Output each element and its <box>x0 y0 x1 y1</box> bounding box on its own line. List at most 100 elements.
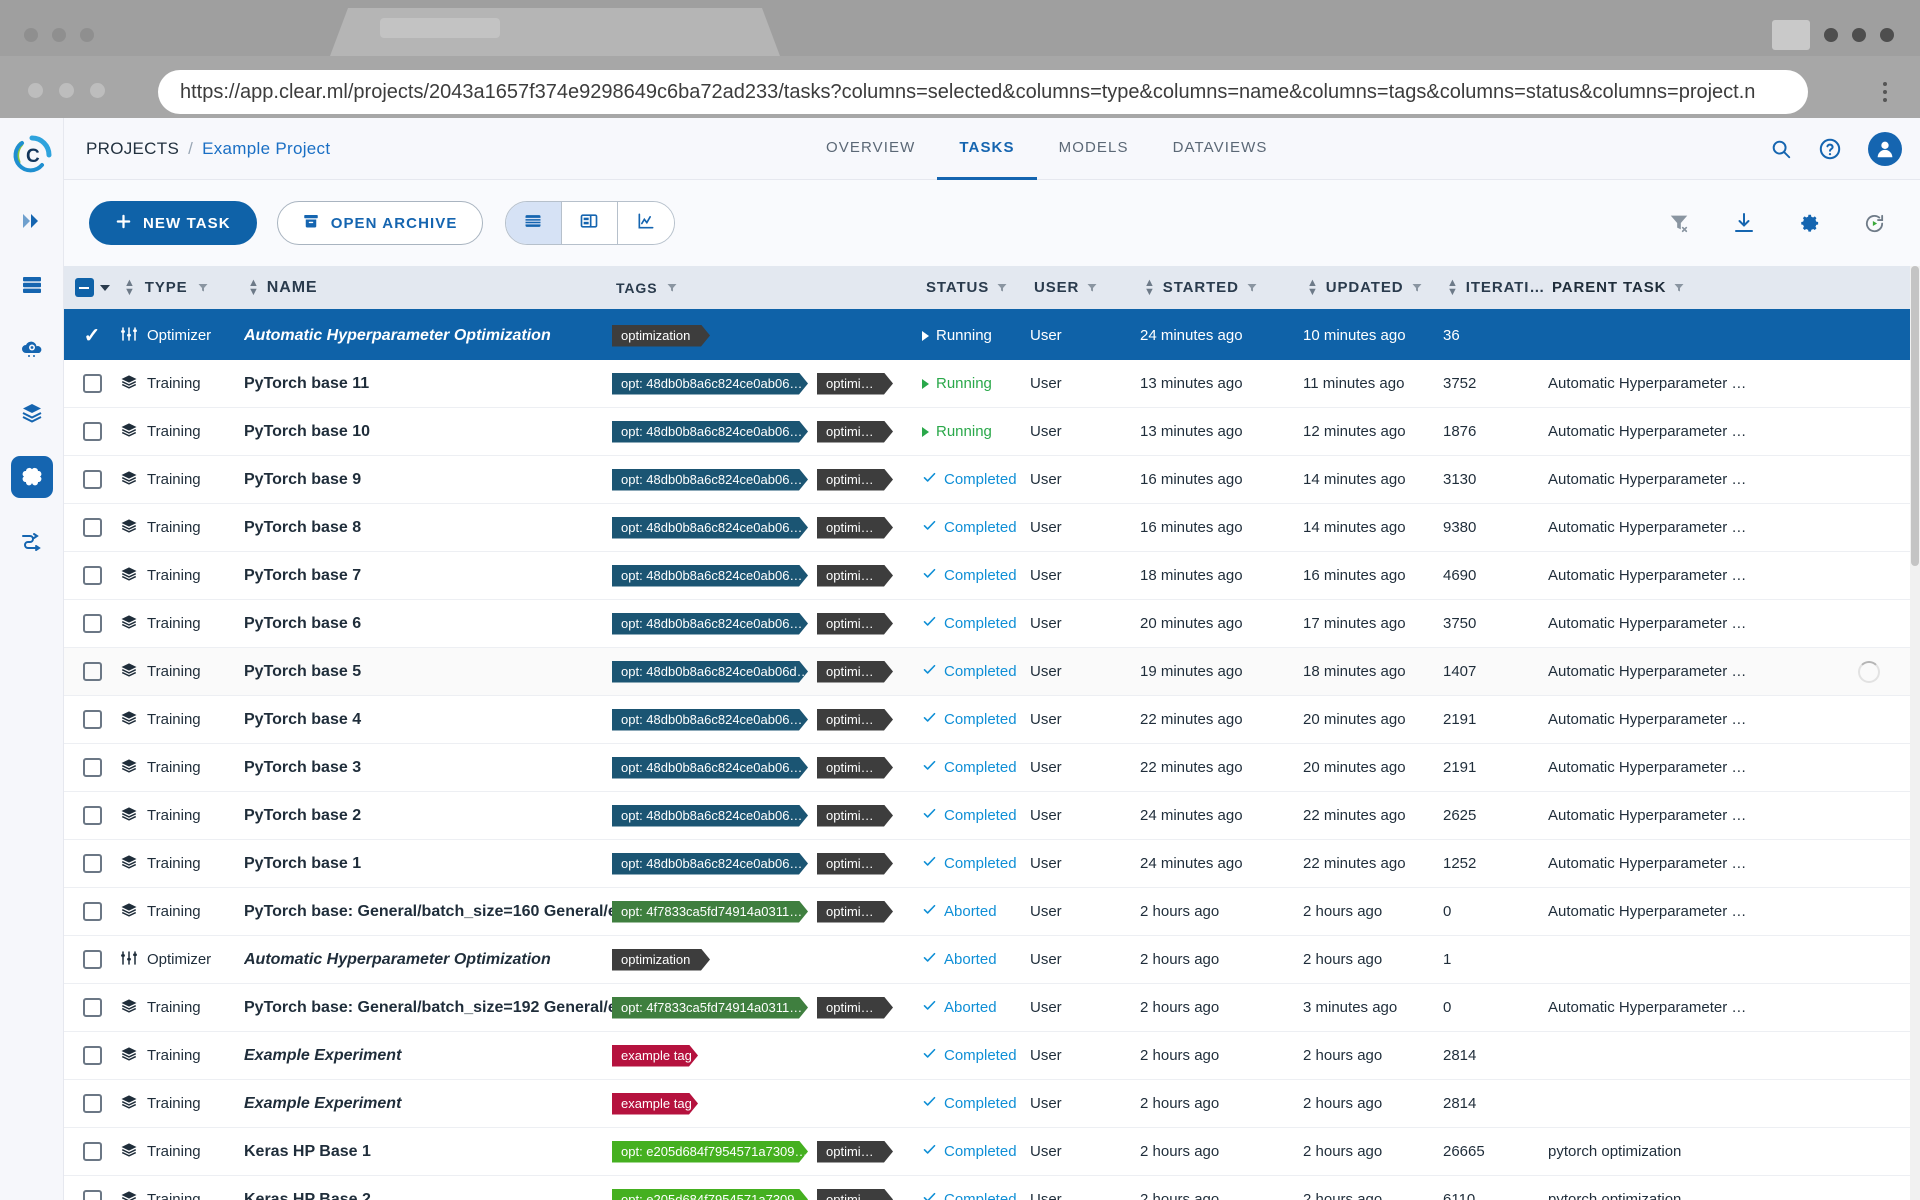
row-checkbox[interactable]: ✓ <box>64 323 120 348</box>
column-header-status[interactable]: STATUS <box>922 279 1030 296</box>
checkbox[interactable] <box>82 662 102 681</box>
checkbox[interactable] <box>82 566 102 585</box>
row-checkbox[interactable] <box>64 566 120 585</box>
task-tag[interactable]: opt: 48db0b8a6c824ce0ab06… <box>612 517 808 539</box>
task-tag[interactable]: opt: 48db0b8a6c824ce0ab06… <box>612 421 808 443</box>
column-header-updated[interactable]: ▲ ▼ UPDATED <box>1303 277 1443 297</box>
table-row[interactable]: Training PyTorch base 1 opt: 48db0b8a6c824… <box>64 840 1920 888</box>
checkbox[interactable] <box>82 950 102 969</box>
help-icon[interactable] <box>1818 137 1842 161</box>
task-tag[interactable]: optimi… <box>817 901 893 923</box>
cell-name[interactable]: Automatic Hyperparameter Optimization <box>244 951 612 969</box>
table-row[interactable]: Training PyTorch base: General/batch_size… <box>64 984 1920 1032</box>
table-row[interactable]: Training PyTorch base 2 opt: 48db0b8a6c824… <box>64 792 1920 840</box>
task-tag[interactable]: optimi… <box>817 469 893 491</box>
task-tag[interactable]: opt: 48db0b8a6c824ce0ab06… <box>612 373 808 395</box>
task-tag[interactable]: optimi… <box>817 421 893 443</box>
row-checkbox[interactable] <box>64 806 120 825</box>
task-tag[interactable]: example tag <box>612 1093 698 1115</box>
open-archive-button[interactable]: OPEN ARCHIVE <box>276 201 483 245</box>
auto-refresh-icon[interactable] <box>1863 212 1886 235</box>
cell-name[interactable]: PyTorch base 6 <box>244 615 612 633</box>
checkbox[interactable] <box>82 1094 102 1113</box>
row-checkbox[interactable] <box>64 950 120 969</box>
table-row[interactable]: Training PyTorch base: General/batch_size… <box>64 888 1920 936</box>
checkbox[interactable] <box>82 518 102 537</box>
row-checkbox[interactable] <box>64 374 120 393</box>
sort-icon[interactable]: ▲ ▼ <box>1447 277 1459 297</box>
cell-name[interactable]: Keras HP Base 1 <box>244 1143 612 1161</box>
row-checkbox[interactable] <box>64 758 120 777</box>
table-row[interactable]: Training Example Experiment example tag Com… <box>64 1080 1920 1128</box>
cell-name[interactable]: PyTorch base 11 <box>244 375 612 393</box>
checkbox[interactable] <box>82 758 102 777</box>
task-tag[interactable]: opt: 48db0b8a6c824ce0ab06… <box>612 469 808 491</box>
select-all-dropdown-icon[interactable] <box>99 284 110 291</box>
row-checkbox[interactable] <box>64 662 120 681</box>
checkbox[interactable] <box>82 470 102 489</box>
table-row[interactable]: Training Example Experiment example tag Com… <box>64 1032 1920 1080</box>
sort-icon[interactable]: ▲ ▼ <box>124 277 136 297</box>
task-tag[interactable]: example tag <box>612 1045 698 1067</box>
task-tag[interactable]: opt: e205d684f7954571a7309… <box>612 1189 808 1200</box>
task-tag[interactable]: opt: 48db0b8a6c824ce0ab06… <box>612 613 808 635</box>
breadcrumb-projects[interactable]: PROJECTS <box>86 139 179 159</box>
row-checkbox[interactable] <box>64 614 120 633</box>
cell-name[interactable]: Example Experiment <box>244 1047 612 1065</box>
window-maximize-button[interactable] <box>1772 20 1810 50</box>
cell-name[interactable]: PyTorch base 1 <box>244 855 612 873</box>
row-checkbox[interactable] <box>64 1094 120 1113</box>
task-tag[interactable]: opt: 4f7833ca5fd74914a0311… <box>612 997 808 1019</box>
table-row[interactable]: Training PyTorch base 5 opt: 48db0b8a6c824… <box>64 648 1920 696</box>
task-tag[interactable]: opt: 48db0b8a6c824ce0ab06… <box>612 853 808 875</box>
cell-name[interactable]: PyTorch base: General/batch_size=192 Gen… <box>244 999 612 1017</box>
row-checkbox[interactable] <box>64 854 120 873</box>
checkbox[interactable] <box>82 1190 102 1200</box>
cell-name[interactable]: PyTorch base: General/batch_size=160 Gen… <box>244 903 612 921</box>
sort-icon[interactable]: ▲ ▼ <box>1307 277 1319 297</box>
task-tag[interactable]: optimi… <box>817 565 893 587</box>
filter-icon[interactable] <box>666 282 678 294</box>
task-tag[interactable]: optimi… <box>817 1141 893 1163</box>
table-row[interactable]: Optimizer Automatic Hyperparameter Optimi… <box>64 936 1920 984</box>
column-header-name[interactable]: ▲ ▼ NAME <box>244 279 612 297</box>
table-row[interactable]: Training PyTorch base 7 opt: 48db0b8a6c824… <box>64 552 1920 600</box>
cell-name[interactable]: PyTorch base 2 <box>244 807 612 825</box>
task-tag[interactable]: optimi… <box>817 373 893 395</box>
settings-gear-icon[interactable] <box>1798 212 1821 235</box>
cell-name[interactable]: Automatic Hyperparameter Optimization <box>244 327 612 345</box>
task-tag[interactable]: opt: e205d684f7954571a7309… <box>612 1141 808 1163</box>
task-tag[interactable]: optimization <box>612 949 710 971</box>
user-avatar[interactable] <box>1868 132 1902 166</box>
card-view-button[interactable] <box>561 202 618 244</box>
sidebar-item-projects[interactable] <box>10 456 53 498</box>
column-header-iterations[interactable]: ▲ ▼ ITERATI… <box>1443 277 1548 297</box>
clearml-logo-icon[interactable]: C <box>9 132 55 178</box>
tab-tasks[interactable]: TASKS <box>937 118 1037 180</box>
table-row[interactable]: Training PyTorch base 3 opt: 48db0b8a6c824… <box>64 744 1920 792</box>
breadcrumb-current-project[interactable]: Example Project <box>202 139 330 159</box>
column-header-type[interactable]: ▲ ▼ TYPE <box>120 277 244 297</box>
row-checkbox[interactable] <box>64 1142 120 1161</box>
filter-icon[interactable] <box>197 282 209 294</box>
cell-name[interactable]: PyTorch base 10 <box>244 423 612 441</box>
checkbox[interactable] <box>82 374 102 393</box>
checkbox[interactable] <box>82 422 102 441</box>
task-tag[interactable]: optimi… <box>817 805 893 827</box>
sidebar-item-datasets[interactable] <box>11 264 53 306</box>
task-tag[interactable]: opt: 48db0b8a6c824ce0ab06… <box>612 757 808 779</box>
task-tag[interactable]: optimi… <box>817 517 893 539</box>
cell-name[interactable]: PyTorch base 3 <box>244 759 612 777</box>
filter-icon[interactable] <box>1086 282 1098 294</box>
row-checkbox[interactable] <box>64 1046 120 1065</box>
vertical-scrollbar[interactable] <box>1910 266 1920 1200</box>
select-all-header[interactable] <box>64 278 120 297</box>
row-checkbox[interactable] <box>64 1190 120 1200</box>
cell-name[interactable]: PyTorch base 9 <box>244 471 612 489</box>
new-task-button[interactable]: NEW TASK <box>89 201 257 245</box>
column-header-tags[interactable]: TAGS <box>612 280 922 296</box>
row-selected-check[interactable]: ✓ <box>84 323 101 348</box>
cell-name[interactable]: PyTorch base 5 <box>244 663 612 681</box>
task-tag[interactable]: optimi… <box>817 757 893 779</box>
table-row[interactable]: Training PyTorch base 4 opt: 48db0b8a6c824… <box>64 696 1920 744</box>
